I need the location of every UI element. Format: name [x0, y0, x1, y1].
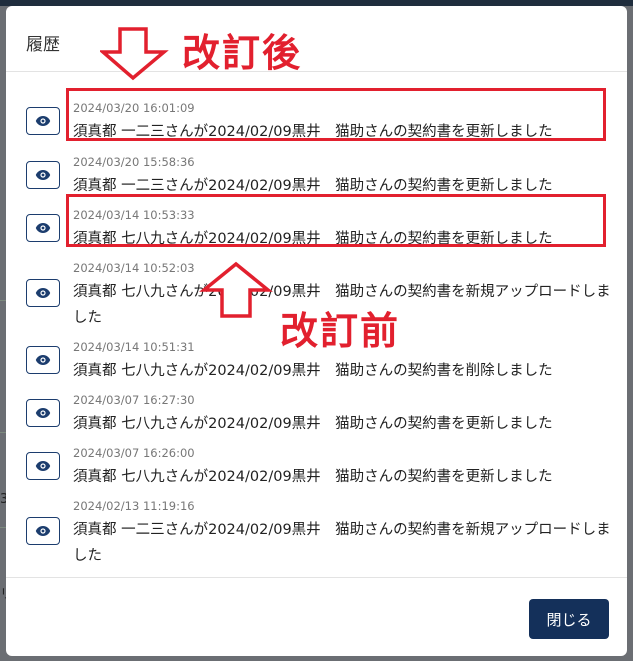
annotation-highlight-before: [66, 194, 606, 247]
view-button[interactable]: [26, 279, 60, 307]
eye-icon: [35, 116, 51, 126]
view-button[interactable]: [26, 452, 60, 480]
annotation-before-label: 改訂前: [280, 309, 401, 353]
arrow-down-icon: [100, 27, 169, 81]
eye-icon: [35, 223, 51, 233]
view-button[interactable]: [26, 214, 60, 242]
timestamp: 2024/02/13 11:19:16: [73, 499, 195, 513]
eye-icon: [35, 408, 51, 418]
eye-icon: [35, 526, 51, 536]
eye-icon: [35, 170, 51, 180]
history-message: 須真都 七八九さんが2024/02/09黒井 猫助さんの契約書を更新しました: [73, 416, 553, 432]
timestamp: 2024/03/20 15:58:36: [73, 155, 195, 169]
view-button[interactable]: [26, 107, 60, 135]
view-button[interactable]: [26, 399, 60, 427]
arrow-up-icon: [199, 261, 273, 318]
view-button[interactable]: [26, 346, 60, 374]
close-button[interactable]: 閉じる: [529, 599, 609, 639]
annotation-highlight-after: [66, 88, 606, 141]
eye-icon: [35, 461, 51, 471]
view-button[interactable]: [26, 517, 60, 545]
divider: [6, 577, 627, 578]
annotation-after-label: 改訂後: [182, 31, 303, 75]
history-message: 須真都 七八九さんが2024/02/09黒井 猫助さんの契約書を削除しました: [73, 363, 553, 379]
timestamp: 2024/03/07 16:27:30: [73, 393, 195, 407]
eye-icon: [35, 355, 51, 365]
history-message: 須真都 一二三さんが2024/02/09黒井 猫助さんの契約書を新規アップロード…: [73, 522, 611, 564]
timestamp: 2024/03/14 10:51:31: [73, 340, 195, 354]
history-message: 須真都 七八九さんが2024/02/09黒井 猫助さんの契約書を更新しました: [73, 469, 553, 485]
timestamp: 2024/03/07 16:26:00: [73, 446, 195, 460]
view-button[interactable]: [26, 161, 60, 189]
timestamp: 2024/03/14 10:52:03: [73, 261, 195, 275]
eye-icon: [35, 288, 51, 298]
modal-title: 履歴: [26, 35, 60, 55]
